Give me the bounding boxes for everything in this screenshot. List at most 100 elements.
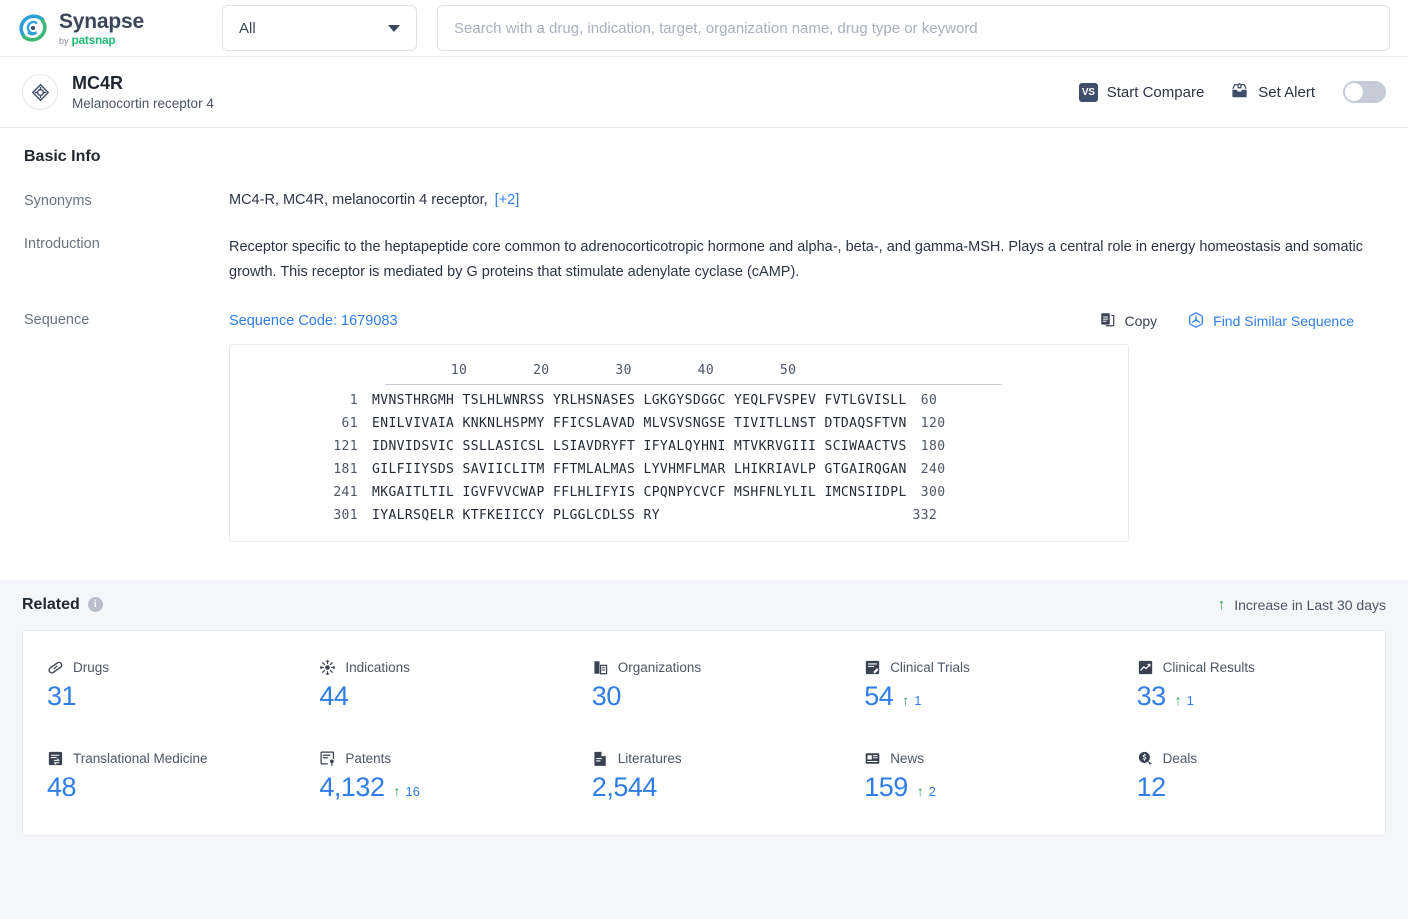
stat-card-patents[interactable]: Patents 4,132 ↑ 16	[295, 744, 567, 809]
sequence-start-index: 241	[333, 484, 358, 500]
news-icon	[864, 750, 881, 767]
synonyms-value-wrap: MC4-R, MC4R, melanocortin 4 receptor, [+2…	[229, 192, 1384, 209]
related-heading: Related	[22, 595, 80, 613]
stat-delta-value: 1	[914, 692, 922, 708]
patent-icon	[319, 750, 336, 767]
clinical-result-icon	[1137, 659, 1154, 676]
sequence-end-index: 180	[920, 438, 946, 454]
copy-icon	[1099, 311, 1116, 331]
stat-label: Translational Medicine	[73, 750, 208, 766]
stat-card-indications[interactable]: Indications 44	[295, 653, 567, 718]
stat-label: Indications	[345, 659, 410, 675]
stat-card-organizations[interactable]: Organizations 30	[568, 653, 840, 718]
synonyms-more-link[interactable]: [+2]	[495, 192, 520, 208]
sequence-residues: MKGAITLTIL IGVFVVCWAP FFLHLIFYIS CPQNPYC…	[372, 484, 907, 500]
sequence-panel: 10 20 30 40 50 1 MVNSTHRGMH TSLHLWNRSS Y…	[229, 343, 1129, 542]
start-compare-button[interactable]: VS Start Compare	[1078, 82, 1204, 102]
clinical-trial-icon	[864, 659, 881, 676]
basic-info-card: Basic Info Synonyms MC4-R, MC4R, melanoc…	[0, 128, 1408, 580]
sequence-line: 181 GILFIIYSDS SAVIICLITM FFTMLALMAS LYV…	[230, 462, 1128, 477]
info-icon[interactable]: i	[87, 597, 103, 613]
entity-subtitle: Melanocortin receptor 4	[72, 96, 214, 112]
similar-sequence-icon	[1187, 311, 1205, 332]
stat-card-deals[interactable]: Deals 12	[1113, 744, 1385, 809]
sequence-content: Sequence Code: 1679083 Copy Find Similar…	[229, 311, 1384, 542]
toggle-knob	[1345, 83, 1363, 101]
deal-icon	[1137, 750, 1154, 767]
brand-by-label: by	[59, 35, 69, 46]
sequence-residues: MVNSTHRGMH TSLHLWNRSS YRLHSNASES LGKGYSD…	[372, 392, 907, 408]
sequence-code-link[interactable]: Sequence Code: 1679083	[229, 313, 398, 329]
arrow-up-icon: ↑	[393, 782, 401, 799]
copy-button[interactable]: Copy	[1099, 311, 1157, 331]
sequence-ruler: 10 20 30 40 50	[385, 362, 797, 378]
translational-icon	[47, 750, 64, 767]
sequence-rows: 1 MVNSTHRGMH TSLHLWNRSS YRLHSNASES LGKGY…	[230, 393, 1128, 523]
introduction-value: Receptor specific to the heptapeptide co…	[229, 239, 1364, 280]
stat-value: 44	[319, 680, 349, 711]
stat-delta: ↑ 1	[1175, 693, 1194, 708]
stat-card-drugs[interactable]: Drugs 31	[23, 653, 295, 718]
arrow-up-icon: ↑	[1174, 691, 1182, 708]
find-similar-sequence-button[interactable]: Find Similar Sequence	[1187, 311, 1354, 332]
arrow-up-icon: ↑	[1217, 596, 1226, 614]
target-crosshair-icon	[22, 74, 58, 110]
sequence-residues: GILFIIYSDS SAVIICLITM FFTMLALMAS LYVHMFL…	[372, 461, 907, 477]
alert-inbox-icon	[1230, 81, 1249, 104]
stat-card-literatures[interactable]: Literatures 2,544	[568, 744, 840, 809]
stat-label: Organizations	[617, 659, 702, 675]
search-scope-value: All	[239, 19, 256, 37]
literature-icon	[592, 750, 609, 767]
stat-value: 12	[1136, 771, 1167, 802]
sequence-residues: IYALRSQELR KTFKEIICCY PLGGLCDLSS RY	[372, 507, 899, 523]
stat-card-news[interactable]: News 159 ↑ 2	[840, 744, 1112, 809]
organization-icon	[592, 659, 609, 676]
sequence-end-index: 120	[920, 415, 946, 431]
stat-value: 4,132	[319, 771, 385, 802]
related-stats-row-2: Translational Medicine 48 Patents 4,132 …	[23, 744, 1385, 809]
brand-logo[interactable]: Synapse by patsnap	[16, 11, 196, 46]
sequence-line: 241 MKGAITLTIL IGVFVVCWAP FFLHLIFYIS CPQ…	[230, 485, 1128, 500]
search-input[interactable]	[454, 19, 1373, 37]
entity-name-block: MC4R Melanocortin receptor 4	[72, 73, 214, 112]
sequence-end-index: 300	[920, 484, 946, 500]
sequence-line: 61 ENILVIVAIA KNKNLHSPMY FFICSLAVAD MLVS…	[230, 416, 1128, 431]
stat-value: 33	[1136, 680, 1167, 711]
chevron-down-icon	[388, 24, 400, 32]
related-stats-card: Drugs 31 Indications 44 Organizations 30…	[22, 629, 1386, 836]
stat-value: 2,544	[591, 771, 658, 802]
set-alert-toggle[interactable]	[1343, 81, 1386, 103]
stat-card-translational-medicine[interactable]: Translational Medicine 48	[23, 744, 295, 809]
stat-value: 54	[864, 680, 894, 711]
set-alert-button[interactable]: Set Alert	[1230, 81, 1315, 104]
stat-delta-value: 16	[405, 783, 420, 799]
entity-header: MC4R Melanocortin receptor 4 VS Start Co…	[0, 57, 1408, 128]
top-search-bar: Synapse by patsnap All	[0, 0, 1408, 57]
sequence-residues: ENILVIVAIA KNKNLHSPMY FFICSLAVAD MLVSVSN…	[372, 415, 907, 431]
brand-company: patsnap	[71, 32, 116, 47]
pill-icon	[47, 659, 64, 676]
stat-value: 31	[47, 680, 77, 711]
page-title: MC4R	[72, 72, 124, 93]
introduction-label: Introduction	[24, 236, 100, 252]
search-scope-select[interactable]: All	[222, 5, 417, 51]
stat-card-clinical-results[interactable]: Clinical Results 33 ↑ 1	[1113, 653, 1385, 718]
stat-label: Drugs	[73, 659, 110, 675]
synonyms-row: Synonyms MC4-R, MC4R, melanocortin 4 rec…	[24, 192, 1384, 209]
entity-actions: VS Start Compare Set Alert	[1078, 81, 1386, 104]
brand-name: Synapse	[59, 9, 144, 33]
stat-card-clinical-trials[interactable]: Clinical Trials 54 ↑ 1	[840, 653, 1112, 718]
search-field-wrapper[interactable]	[437, 5, 1390, 51]
sequence-start-index: 61	[341, 415, 358, 431]
sequence-end-index: 240	[920, 461, 946, 477]
sequence-tools: Copy Find Similar Sequence	[1099, 311, 1384, 332]
basic-info-heading: Basic Info	[24, 148, 101, 165]
brand-wordmark: Synapse by patsnap	[59, 11, 144, 46]
synapse-swirl-logo-icon	[16, 11, 50, 45]
sequence-start-index: 181	[333, 461, 358, 477]
sequence-ruler-line	[385, 383, 1002, 385]
sequence-line: 301 IYALRSQELR KTFKEIICCY PLGGLCDLSS RY …	[230, 508, 1128, 523]
sequence-start-index: 121	[333, 438, 358, 454]
set-alert-label: Set Alert	[1258, 83, 1315, 101]
stat-delta-value: 2	[928, 783, 936, 799]
